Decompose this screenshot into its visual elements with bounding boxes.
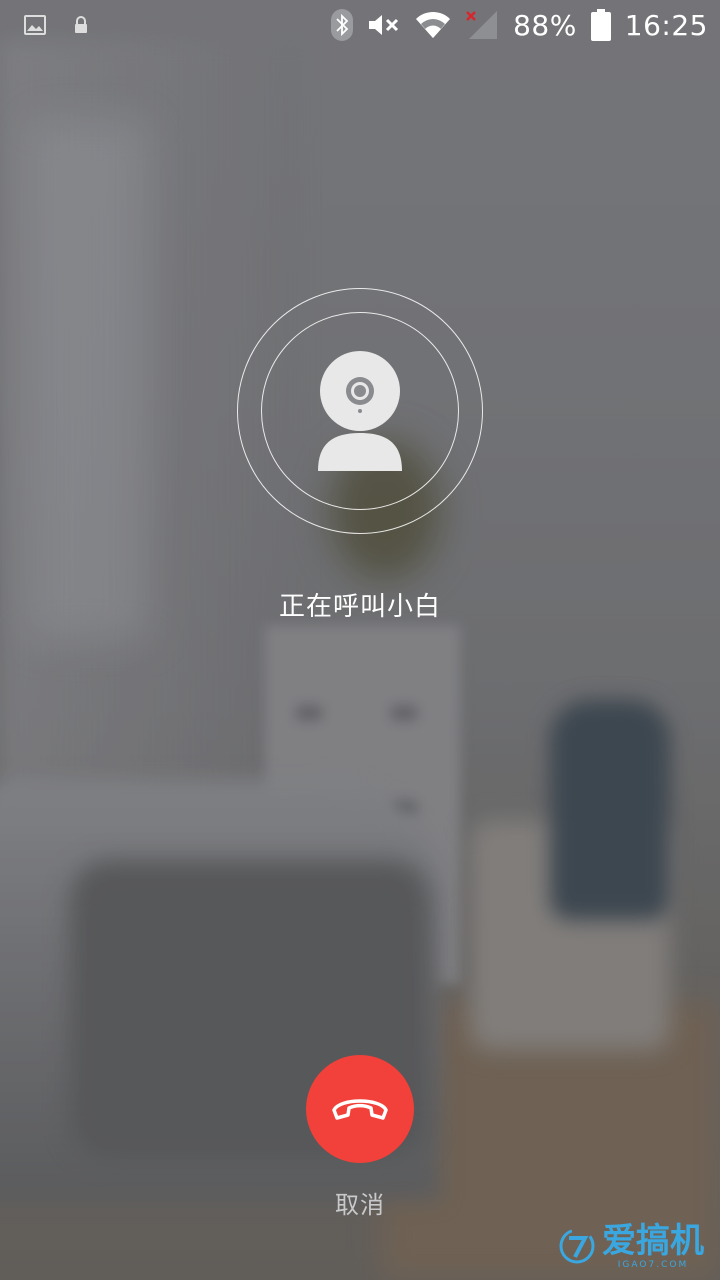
hangup-label: 取消 <box>335 1191 385 1219</box>
avatar-ring-outer <box>237 288 483 534</box>
wifi-icon <box>415 11 451 39</box>
battery-icon <box>590 9 611 41</box>
lock-icon <box>74 16 88 34</box>
watermark-sub: IGAO7.COM <box>617 1260 689 1270</box>
hangup-section: 取消 <box>0 1055 720 1220</box>
image-notification-icon <box>24 15 46 35</box>
camera-icon <box>312 349 408 473</box>
caller-section: 正在呼叫小白 <box>0 288 720 623</box>
battery-percent: 88% <box>513 8 577 42</box>
avatar-ring-inner <box>261 312 459 510</box>
watermark-badge-icon <box>558 1227 596 1265</box>
status-bar: 88% 16:25 <box>0 0 720 50</box>
call-status-text: 正在呼叫小白 <box>278 592 441 622</box>
no-signal-icon <box>465 9 499 41</box>
bluetooth-icon <box>331 9 354 41</box>
watermark-text: 爱搞机 <box>602 1221 704 1261</box>
hangup-button[interactable] <box>306 1055 414 1163</box>
clock: 16:25 <box>624 8 708 42</box>
mute-icon <box>367 12 401 38</box>
phone-hangup-icon <box>330 1094 390 1124</box>
watermark-logo: 爱搞机 IGAO7.COM <box>558 1222 704 1270</box>
